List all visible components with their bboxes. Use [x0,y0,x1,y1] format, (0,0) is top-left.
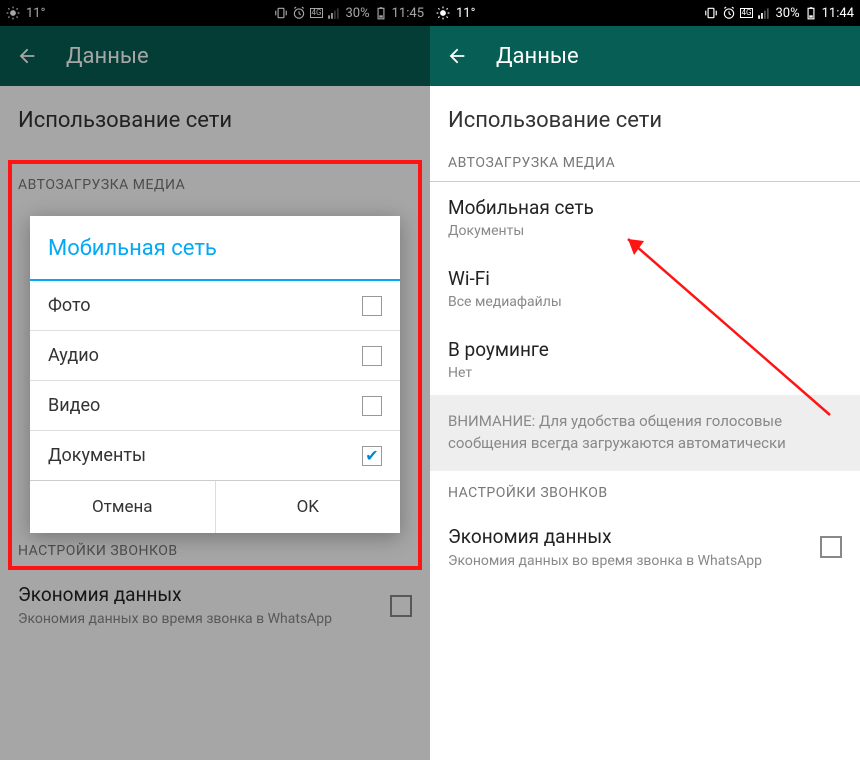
vibrate-icon [704,6,718,20]
dialog-item-checkbox[interactable] [362,296,382,316]
dialog-list: Фото Аудио Видео Документы [30,281,400,481]
status-temp: 11° [456,6,475,21]
signal-icon [757,6,771,20]
dialog-item-label: Видео [48,395,100,416]
setting-title: Мобильная сеть [448,196,842,219]
dialog-item-photo[interactable]: Фото [30,281,400,331]
dialog-item-video[interactable]: Видео [30,381,400,431]
setting-title: В роуминге [448,338,842,361]
setting-sub: Нет [448,365,842,381]
setting-sub: Все медиафайлы [448,294,842,310]
roaming-setting[interactable]: В роуминге Нет [430,324,860,395]
status-time: 11:44 [822,6,854,21]
data-saver-row[interactable]: Экономия данных Экономия данных во время… [430,511,860,584]
mobile-network-dialog: Мобильная сеть Фото Аудио Видео Документ… [30,216,400,533]
dialog-cancel-button[interactable]: Отмена [30,481,216,533]
dialog-item-label: Аудио [48,345,99,366]
status-battery-pct: 30% [775,6,799,21]
dialog-item-checkbox[interactable] [362,446,382,466]
toolbar: Данные [430,26,860,86]
dialog-item-checkbox[interactable] [362,346,382,366]
dialog-item-label: Фото [48,295,91,316]
dialog-item-checkbox[interactable] [362,396,382,416]
mobile-network-setting[interactable]: Мобильная сеть Документы [430,182,860,253]
alarm-icon [722,6,736,20]
toolbar-title: Данные [496,44,579,69]
dialog-title: Мобильная сеть [30,216,400,281]
data-saver-checkbox[interactable] [820,536,842,558]
phone-left: 11° 4G 30% 11:45 Данные Использование се… [0,0,430,760]
dialog-item-documents[interactable]: Документы [30,431,400,481]
network-usage-heading: Использование сети [430,86,860,155]
back-arrow-icon[interactable] [446,45,468,67]
dialog-item-label: Документы [48,445,146,466]
data-saver-sub: Экономия данных во время звонка в WhatsA… [448,552,810,570]
dialog-ok-button[interactable]: OK [216,481,401,533]
setting-sub: Документы [448,223,842,239]
status-bar: 11° 4G 30% 11:44 [430,0,860,26]
dialog-buttons: Отмена OK [30,481,400,533]
autoload-media-subhead: АВТОЗАГРУЗКА МЕДИА [430,155,860,182]
call-settings-subhead: НАСТРОЙКИ ЗВОНКОВ [430,471,860,511]
dialog-item-audio[interactable]: Аудио [30,331,400,381]
battery-icon [804,6,818,20]
weather-icon [436,6,450,20]
setting-title: Wi-Fi [448,267,842,290]
wifi-setting[interactable]: Wi-Fi Все медиафайлы [430,253,860,324]
4g-badge-icon: 4G [740,8,754,18]
voice-notice: ВНИМАНИЕ: Для удобства общения голосовые… [430,395,860,471]
phone-right: 11° 4G 30% 11:44 Данные Использование се… [430,0,860,760]
data-saver-title: Экономия данных [448,525,810,548]
